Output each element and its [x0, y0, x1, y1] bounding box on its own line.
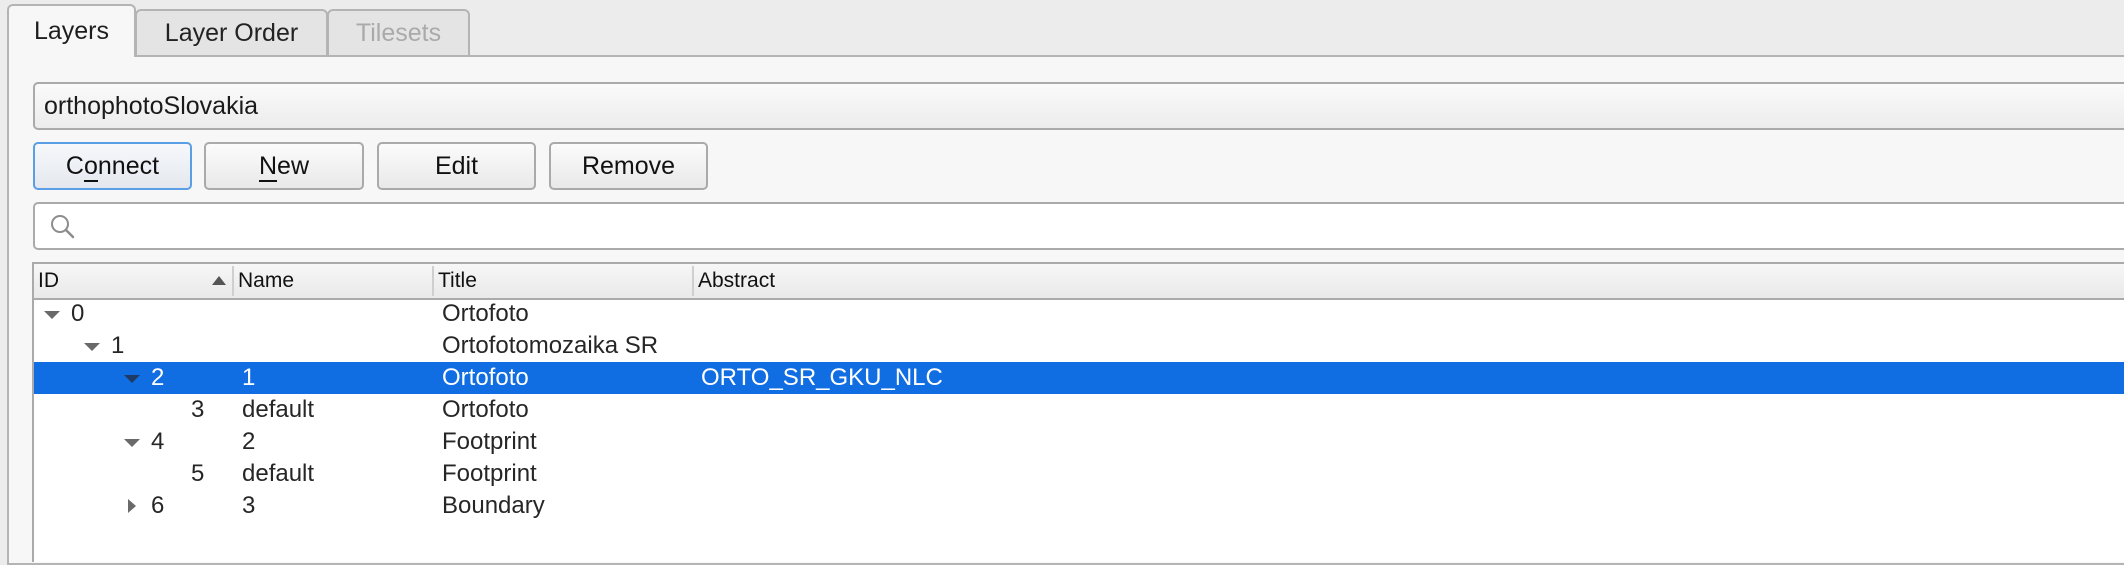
tab-layers[interactable]: Layers — [7, 4, 136, 57]
cell-id: 0 — [71, 300, 85, 327]
tree-row[interactable]: 0 Ortofoto — [34, 298, 2124, 330]
layers-tree[interactable]: ID Name Title Abstract 0 Ortofoto 1 Ortofot… — [32, 262, 2124, 562]
cell-title: Footprint — [442, 460, 537, 487]
sort-ascending-icon — [212, 276, 226, 285]
edit-button-label: Edit — [434, 151, 479, 180]
tree-row[interactable]: 1 Ortofotomozaika SR — [34, 330, 2124, 362]
tree-row[interactable]: 2 1 Ortofoto ORTO_SR_GKU_NLC — [34, 362, 2124, 394]
cell-name: 1 — [242, 364, 256, 391]
cell-id: 4 — [151, 428, 165, 455]
cell-title: Ortofoto — [442, 396, 529, 423]
tab-tilesets: Tilesets — [327, 9, 470, 56]
tab-layers-label: Layers — [33, 17, 110, 45]
cell-title: Ortofoto — [442, 300, 529, 327]
column-header-title[interactable]: Title — [434, 264, 692, 298]
edit-button[interactable]: Edit — [377, 142, 536, 190]
cell-abstract: ORTO_SR_GKU_NLC — [701, 364, 943, 391]
column-header-abstract[interactable]: Abstract — [694, 264, 2094, 298]
remove-button-label: Remove — [581, 151, 676, 180]
new-button-label: New — [258, 151, 310, 182]
cell-name: default — [242, 396, 315, 423]
tab-layer-order-label: Layer Order — [164, 19, 299, 47]
connect-button[interactable]: Connect — [33, 142, 192, 190]
expand-arrow-down-icon[interactable] — [124, 439, 140, 447]
tree-row[interactable]: 4 2 Footprint — [34, 426, 2124, 458]
column-header-id[interactable]: ID — [34, 264, 232, 298]
new-button[interactable]: New — [204, 142, 364, 190]
cell-id: 2 — [151, 364, 165, 391]
tree-row[interactable]: 6 3 Boundary — [34, 490, 2124, 522]
search-input[interactable] — [33, 202, 2124, 250]
expand-arrow-down-icon[interactable] — [44, 311, 60, 319]
remove-button[interactable]: Remove — [549, 142, 708, 190]
cell-title: Boundary — [442, 492, 545, 519]
column-header-name[interactable]: Name — [234, 264, 432, 298]
connect-button-label: Connect — [65, 151, 160, 182]
expand-arrow-right-icon[interactable] — [128, 499, 136, 513]
connection-select-value: orthophotoSlovakia — [44, 91, 259, 120]
cell-id: 6 — [151, 492, 165, 519]
cell-name: default — [242, 460, 315, 487]
cell-id: 5 — [191, 460, 205, 487]
cell-name: 2 — [242, 428, 256, 455]
cell-title: Ortofoto — [442, 364, 529, 391]
expand-arrow-down-icon[interactable] — [124, 375, 140, 383]
tree-header: ID Name Title Abstract — [34, 264, 2124, 300]
tab-tilesets-label: Tilesets — [355, 19, 442, 47]
connection-select[interactable]: orthophotoSlovakia — [33, 82, 2124, 130]
expand-arrow-down-icon[interactable] — [84, 343, 100, 351]
cell-title: Ortofotomozaika SR — [442, 332, 659, 359]
cell-title: Footprint — [442, 428, 537, 455]
cell-id: 3 — [191, 396, 205, 423]
cell-name: 3 — [242, 492, 256, 519]
tree-row[interactable]: 3 default Ortofoto — [34, 394, 2124, 426]
tab-layer-order[interactable]: Layer Order — [135, 9, 328, 56]
tree-row[interactable]: 5 default Footprint — [34, 458, 2124, 490]
cell-id: 1 — [111, 332, 125, 359]
